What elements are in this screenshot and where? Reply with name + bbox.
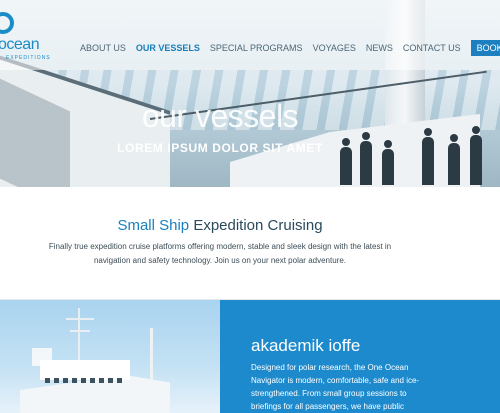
header-bar (0, 0, 500, 70)
intro-heading-part1: Small Ship (117, 217, 194, 234)
hero-banner: ocean EXPEDITIONS ABOUT US OUR VESSELS S… (0, 0, 500, 187)
nav-news[interactable]: NEWS (366, 43, 393, 53)
vessel-feature: akademik ioffe Designed for polar resear… (0, 299, 500, 413)
nav-contact-us[interactable]: CONTACT US (403, 43, 461, 53)
logo-wordmark: ocean (0, 36, 40, 53)
nav-voyages[interactable]: VOYAGES (313, 43, 356, 53)
vessel-description: Designed for polar research, the One Oce… (251, 363, 420, 411)
vessel-name: akademik ioffe (251, 336, 361, 355)
vessel-image (0, 300, 220, 413)
intro-body: Finally true expedition cruise platforms… (48, 242, 392, 265)
vessel-info-panel: akademik ioffe Designed for polar resear… (220, 300, 500, 413)
intro-heading: Small Ship Expedition Cruising (0, 217, 440, 234)
main-nav: ABOUT US OUR VESSELS SPECIAL PROGRAMS VO… (80, 40, 500, 56)
nav-our-vessels[interactable]: OUR VESSELS (136, 43, 200, 53)
intro-heading-part2: Expedition Cruising (193, 217, 323, 234)
nav-special-programs[interactable]: SPECIAL PROGRAMS (210, 43, 303, 53)
logo-tagline: EXPEDITIONS (6, 55, 51, 61)
hero-title: our vessels (141, 98, 299, 134)
hero-subtitle: LOREM IPSUM DOLOR SIT AMET (117, 141, 323, 155)
intro-section: Small Ship Expedition Cruising Finally t… (0, 187, 500, 299)
book-now-button[interactable]: BOOK NOW (470, 40, 500, 56)
nav-about-us[interactable]: ABOUT US (80, 43, 126, 53)
